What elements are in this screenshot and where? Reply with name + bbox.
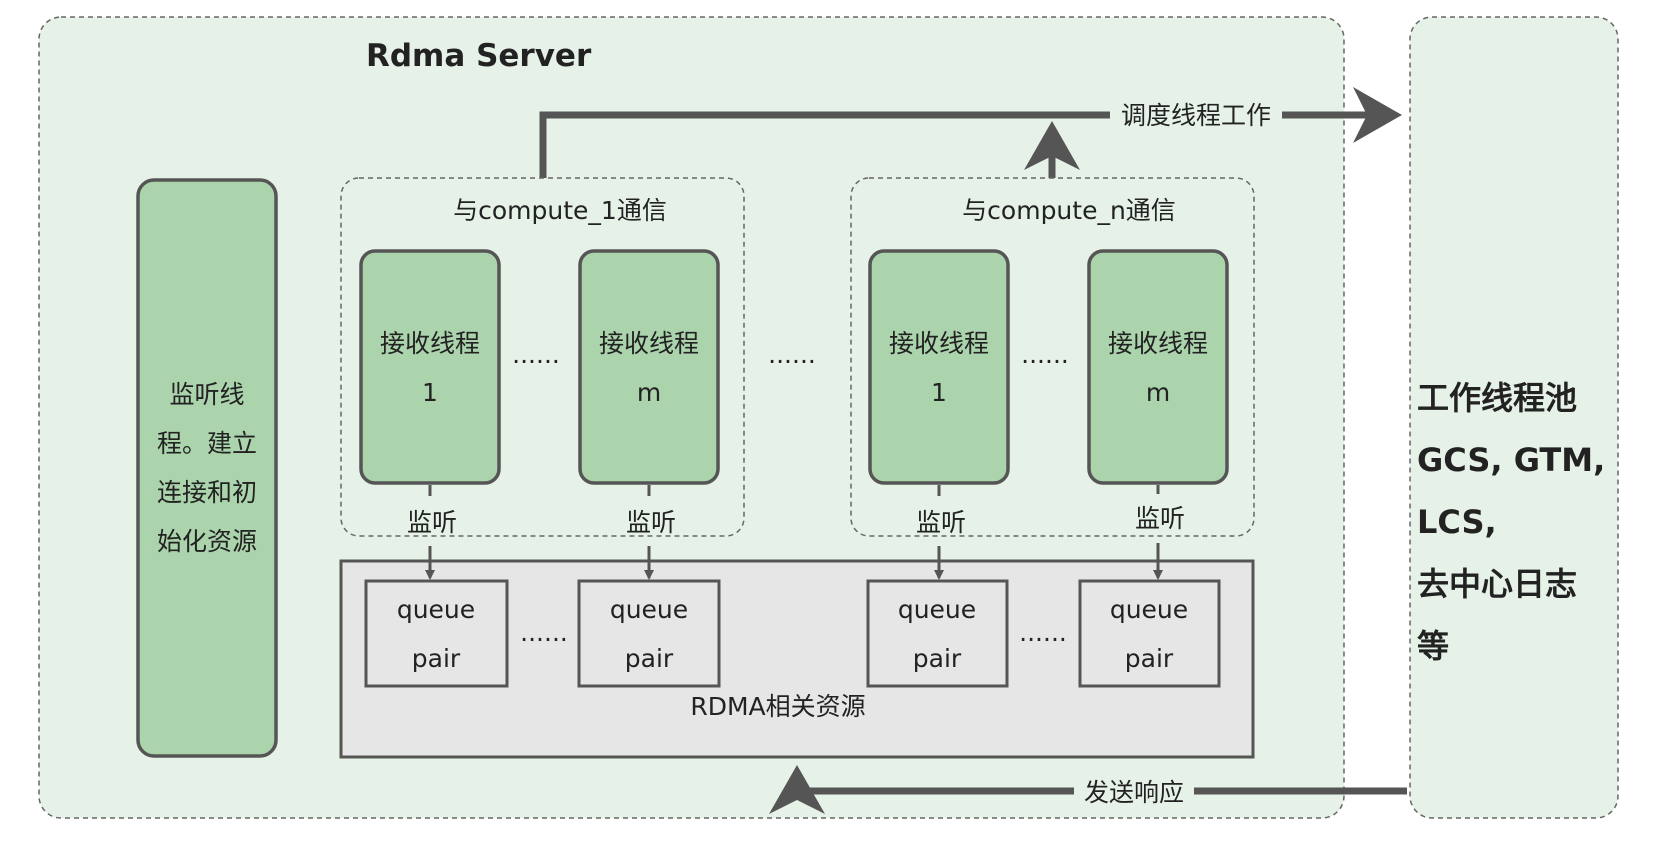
- worker-pool-panel: [1409, 16, 1619, 819]
- queue-pair: queue pair: [577, 579, 721, 688]
- receive-thread: 接收线程 m: [1087, 249, 1229, 485]
- listener-line: 连接和初: [157, 478, 257, 507]
- thread-index: 1: [422, 378, 438, 407]
- listen-label: 监听: [407, 508, 457, 537]
- qp-label: pair: [625, 644, 674, 673]
- ellipsis: ......: [768, 340, 816, 369]
- worker-pool-line: 工作线程池: [1417, 379, 1577, 417]
- worker-pool-line: 等: [1417, 627, 1449, 665]
- listener-thread-box: [136, 178, 278, 758]
- ellipsis: ......: [520, 618, 568, 647]
- group-label: 与compute_n通信: [962, 196, 1176, 225]
- listen-label: 监听: [1135, 504, 1185, 533]
- thread-index: m: [637, 378, 661, 407]
- response-label: 发送响应: [1084, 778, 1184, 807]
- group-label: 与compute_1通信: [453, 196, 667, 225]
- worker-pool-line: LCS,: [1417, 503, 1497, 541]
- thread-label: 接收线程: [599, 329, 699, 358]
- qp-label: queue: [610, 595, 688, 624]
- queue-pair: queue pair: [866, 579, 1009, 688]
- thread-index: m: [1146, 378, 1170, 407]
- receive-thread: 接收线程 1: [359, 249, 501, 485]
- server-title: Rdma Server: [366, 38, 592, 74]
- ellipsis: ......: [512, 340, 560, 369]
- qp-label: queue: [397, 595, 475, 624]
- listen-label: 监听: [916, 508, 966, 537]
- worker-pool-line: GCS, GTM,: [1417, 441, 1605, 479]
- queue-pair: queue pair: [364, 579, 509, 688]
- qp-label: pair: [913, 644, 962, 673]
- thread-index: 1: [931, 378, 947, 407]
- worker-pool-line: 去中心日志: [1417, 565, 1577, 603]
- thread-label: 接收线程: [1108, 329, 1208, 358]
- receive-thread: 接收线程 m: [578, 249, 720, 485]
- thread-label: 接收线程: [889, 329, 989, 358]
- ellipsis: ......: [1019, 618, 1067, 647]
- qp-label: pair: [1125, 644, 1174, 673]
- rdma-server-diagram: Rdma Server 工作线程池 GCS, GTM, LCS, 去中心日志 等…: [38, 16, 1619, 819]
- queue-pair: queue pair: [1078, 579, 1221, 688]
- thread-label: 接收线程: [380, 329, 480, 358]
- qp-label: queue: [898, 595, 976, 624]
- listen-label: 监听: [626, 508, 676, 537]
- ellipsis: ......: [1021, 340, 1069, 369]
- schedule-label: 调度线程工作: [1121, 101, 1271, 130]
- listener-line: 始化资源: [157, 527, 257, 556]
- rdma-resources-label: RDMA相关资源: [690, 692, 865, 721]
- qp-label: queue: [1110, 595, 1188, 624]
- qp-label: pair: [412, 644, 461, 673]
- listener-line: 监听线: [169, 380, 244, 409]
- receive-thread: 接收线程 1: [868, 249, 1010, 485]
- listener-line: 程。建立: [157, 429, 257, 458]
